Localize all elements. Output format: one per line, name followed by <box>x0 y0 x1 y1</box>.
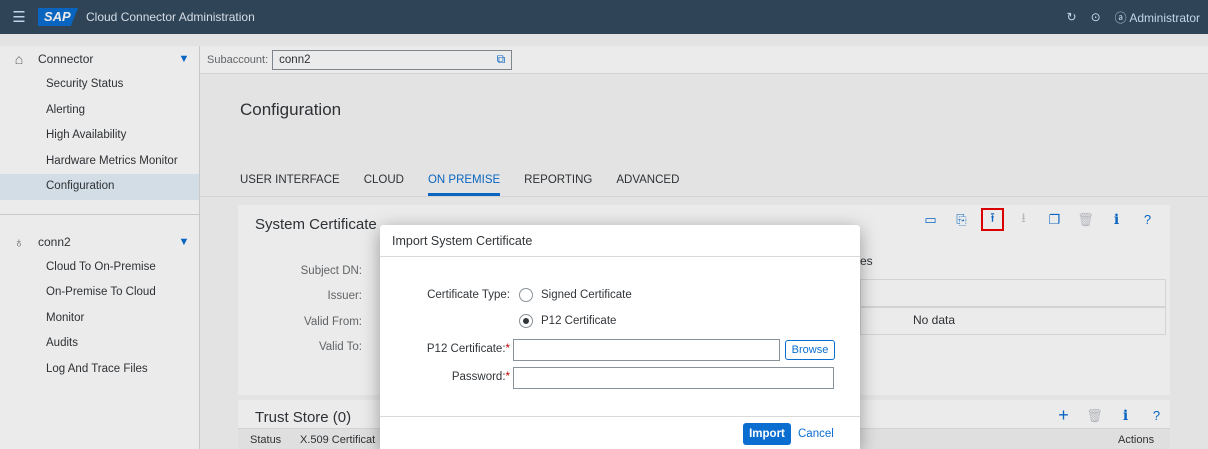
copy-icon[interactable]: ⧉ <box>497 52 506 67</box>
sidebar-item-monitor[interactable]: Monitor <box>0 306 199 332</box>
p12-certificate-input[interactable] <box>513 339 780 361</box>
subaccount-bar: Subaccount: conn2 ⧉ <box>200 46 1208 74</box>
sidebar-group-label: conn2 <box>38 234 71 249</box>
required-marker: * <box>505 371 510 383</box>
tab-bar: USER INTERFACE CLOUD ON PREMISE REPORTIN… <box>240 174 703 196</box>
grid-row <box>860 279 1166 307</box>
certificate-toolbar: ▭ ⎘ ⭱ ⭳ ❐ 🗑 i ? <box>922 208 1156 231</box>
delete-icon: 🗑 <box>1077 211 1094 227</box>
browse-button[interactable]: Browse <box>785 340 835 360</box>
radio-p12-certificate[interactable]: P12 Certificate <box>519 314 616 328</box>
required-marker: * <box>505 343 510 355</box>
sidebar-item-cloud-to-on-premise[interactable]: Cloud To On-Premise <box>0 255 199 281</box>
chevron-down-icon[interactable]: ▼ <box>169 53 199 65</box>
create-csr-icon[interactable]: ▭ <box>922 211 939 228</box>
p12-certificate-label: P12 Certificate:* <box>380 343 510 355</box>
subject-dn-label: Subject DN: <box>300 265 362 277</box>
info-icon[interactable]: i <box>1108 211 1125 228</box>
add-icon[interactable]: + <box>1055 405 1072 425</box>
user-menu[interactable]: ⓐ Administrator <box>1115 9 1200 26</box>
upload-icon[interactable]: ⭱ <box>981 208 1004 231</box>
help-icon[interactable]: ? <box>1139 211 1156 228</box>
subaccount-label: Subaccount: <box>207 53 269 66</box>
sidebar-item-audits[interactable]: Audits <box>0 331 199 357</box>
certificate-type-label: Certificate Type: <box>427 289 510 301</box>
info-icon[interactable]: i <box>1117 407 1134 424</box>
logout-icon[interactable]: ⊙ <box>1091 10 1101 24</box>
page-title: Configuration <box>240 100 342 119</box>
tab-reporting[interactable]: REPORTING <box>524 174 592 196</box>
tab-on-premise[interactable]: ON PREMISE <box>427 174 501 196</box>
system-certificate-title: System Certificate <box>255 216 377 233</box>
import-button[interactable]: Import <box>743 423 791 445</box>
valid-to-label: Valid To: <box>318 341 362 353</box>
sidebar-divider <box>0 213 199 215</box>
generate-icon[interactable]: ⎘ <box>953 211 970 228</box>
no-data-text: No data <box>913 313 956 327</box>
password-label: Password:* <box>380 371 510 383</box>
subaccount-value: conn2 <box>279 53 311 66</box>
sidebar-item-configuration[interactable]: Configuration <box>0 174 199 200</box>
issuer-label: Issuer: <box>327 290 362 302</box>
menu-icon[interactable]: ☰ <box>0 8 38 26</box>
trust-store-toolbar: + 🗑 i ? <box>1055 405 1165 425</box>
tab-user-interface[interactable]: USER INTERFACE <box>240 174 340 196</box>
sidebar-item-alerting[interactable]: Alerting <box>0 98 199 124</box>
radio-label: P12 Certificate <box>541 315 617 327</box>
sidebar: ⌂ Connector ▼ Security Status Alerting H… <box>0 46 200 449</box>
refresh-icon[interactable]: ↻ <box>1067 10 1077 24</box>
help-icon[interactable]: ? <box>1148 407 1165 424</box>
tab-advanced[interactable]: ADVANCED <box>616 174 679 196</box>
radio-circle <box>519 314 533 328</box>
sidebar-group-label: Connector <box>38 52 94 66</box>
sidebar-group-connector[interactable]: ⌂ Connector ▼ <box>0 46 199 72</box>
copy-icon[interactable]: ❐ <box>1046 211 1063 228</box>
radio-circle <box>519 288 533 302</box>
sidebar-group-conn2[interactable]: ♁ conn2 ▼ <box>0 229 199 255</box>
user-name: Administrator <box>1129 10 1200 25</box>
trust-store-title: Trust Store (0) <box>255 409 352 426</box>
delete-icon: 🗑 <box>1086 407 1103 423</box>
radio-selected-dot <box>523 318 529 324</box>
password-input[interactable] <box>513 367 834 389</box>
download-icon: ⭳ <box>1021 209 1026 225</box>
column-actions: Actions <box>1118 434 1155 446</box>
sidebar-item-on-premise-to-cloud[interactable]: On-Premise To Cloud <box>0 280 199 306</box>
sidebar-item-log-trace-files[interactable]: Log And Trace Files <box>0 357 199 383</box>
radio-label: Signed Certificate <box>541 289 632 301</box>
sap-logo: SAP <box>38 8 78 26</box>
radio-signed-certificate[interactable]: Signed Certificate <box>519 288 632 302</box>
shell-bar: ☰ SAP Cloud Connector Administration ↻ ⊙… <box>0 0 1208 34</box>
tab-divider <box>200 196 1208 197</box>
subaccount-icon: ♁ <box>13 233 25 250</box>
sidebar-item-hardware-metrics[interactable]: Hardware Metrics Monitor <box>0 149 199 175</box>
app-title: Cloud Connector Administration <box>86 10 255 24</box>
home-icon: ⌂ <box>14 51 24 67</box>
right-column-header: es <box>860 254 873 268</box>
p12-label-text: P12 Certificate: <box>426 343 506 355</box>
column-x509-certificate[interactable]: X.509 Certificat <box>300 434 375 446</box>
import-system-certificate-dialog: Import System Certificate Certificate Ty… <box>380 225 860 449</box>
tab-cloud[interactable]: CLOUD <box>364 174 404 196</box>
sidebar-item-high-availability[interactable]: High Availability <box>0 123 199 149</box>
subaccount-selector[interactable]: conn2 ⧉ <box>272 49 513 70</box>
chevron-down-icon[interactable]: ▼ <box>169 236 199 248</box>
grid-row <box>860 307 1166 335</box>
dialog-title: Import System Certificate <box>380 225 860 257</box>
password-label-text: Password: <box>451 371 506 383</box>
dialog-footer: Import Cancel <box>380 416 860 449</box>
cancel-button[interactable]: Cancel <box>798 423 834 445</box>
sidebar-item-security-status[interactable]: Security Status <box>0 72 199 98</box>
column-status[interactable]: Status <box>250 434 281 446</box>
content-header: Configuration USER INTERFACE CLOUD ON PR… <box>200 74 1208 196</box>
valid-from-label: Valid From: <box>304 316 362 328</box>
